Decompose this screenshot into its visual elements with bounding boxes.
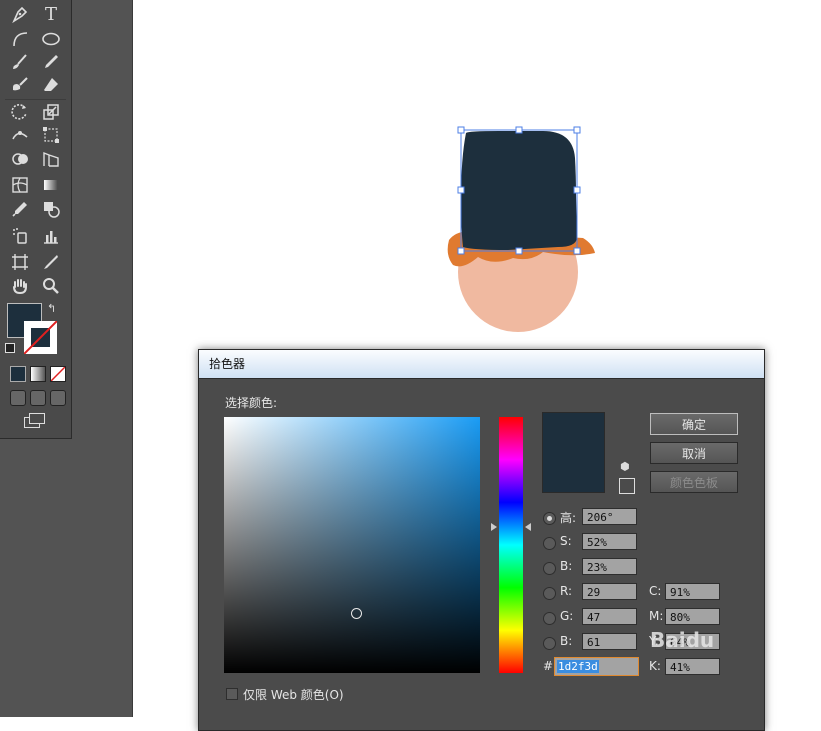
color-picker-dialog: 拾色器 选择颜色: ⬢ 确定 取消 颜色色板 高: 206° S: 52% B:… xyxy=(198,349,765,731)
color-swatches-button[interactable]: 颜色色板 xyxy=(650,471,738,493)
green-input[interactable]: 47 xyxy=(582,608,637,625)
web-safe-swatch-icon[interactable] xyxy=(619,478,635,494)
hat-shape xyxy=(461,131,577,250)
arc-tool-icon[interactable] xyxy=(8,28,32,50)
hue-label: 高: xyxy=(560,511,577,525)
brightness-input[interactable]: 23% xyxy=(582,558,637,575)
hex-label: # xyxy=(543,659,554,673)
color-preview xyxy=(542,412,605,493)
hue-slider-left-arrow[interactable] xyxy=(491,523,497,531)
dialog-title: 拾色器 xyxy=(199,350,764,379)
slice-tool-icon[interactable] xyxy=(39,251,63,273)
pen-tool-icon[interactable] xyxy=(8,3,32,25)
black-input[interactable]: 41% xyxy=(665,658,720,675)
cancel-button[interactable]: 取消 xyxy=(650,442,738,464)
screen-mode-icon[interactable] xyxy=(24,413,45,428)
red-input[interactable]: 29 xyxy=(582,583,637,600)
web-only-label: 仅限 Web 颜色(O) xyxy=(243,688,344,702)
perspective-grid-tool-icon[interactable] xyxy=(39,148,63,170)
blue-input[interactable]: 61 xyxy=(582,633,637,650)
eyedropper-tool-icon[interactable] xyxy=(8,198,32,220)
gradient-tool-icon[interactable] xyxy=(39,174,63,196)
toolbox-separator xyxy=(5,99,66,100)
ok-button[interactable]: 确定 xyxy=(650,413,738,435)
red-radio[interactable] xyxy=(543,587,556,600)
draw-behind-icon[interactable] xyxy=(30,390,46,406)
ellipse-tool-icon[interactable] xyxy=(39,28,63,50)
brightness-radio[interactable] xyxy=(543,562,556,575)
blend-tool-icon[interactable] xyxy=(39,198,63,220)
pencil-tool-icon[interactable] xyxy=(39,51,63,73)
hue-radio[interactable] xyxy=(543,512,556,525)
swap-fill-stroke-icon[interactable]: ↰ xyxy=(47,302,56,315)
draw-normal-icon[interactable] xyxy=(10,390,26,406)
black-label: K: xyxy=(649,659,661,673)
gradient-mode-icon[interactable] xyxy=(30,366,46,382)
green-label: G: xyxy=(560,609,574,623)
hand-tool-icon[interactable] xyxy=(8,275,32,297)
none-mode-icon[interactable] xyxy=(50,366,66,382)
stroke-color-swatch[interactable] xyxy=(24,321,57,354)
color-field[interactable] xyxy=(224,417,480,673)
default-fill-stroke-icon[interactable] xyxy=(5,343,15,353)
blue-radio[interactable] xyxy=(543,637,556,650)
hex-value-selected: 1d2f3d xyxy=(557,660,599,673)
artboard-tool-icon[interactable] xyxy=(8,251,32,273)
free-transform-tool-icon[interactable] xyxy=(39,124,63,146)
hue-slider-right-arrow[interactable] xyxy=(525,523,531,531)
column-graph-tool-icon[interactable] xyxy=(39,225,63,247)
saturation-input[interactable]: 52% xyxy=(582,533,637,550)
red-label: R: xyxy=(560,584,573,598)
hex-input[interactable]: 1d2f3d xyxy=(554,657,639,676)
hue-slider[interactable] xyxy=(499,417,523,673)
scale-tool-icon[interactable] xyxy=(39,101,63,123)
baidu-watermark: Baidu xyxy=(650,628,715,652)
cyan-input[interactable]: 91% xyxy=(665,583,720,600)
cyan-label: C: xyxy=(649,584,662,598)
shape-builder-tool-icon[interactable] xyxy=(8,148,32,170)
web-only-checkbox[interactable] xyxy=(226,688,238,700)
rotate-tool-icon[interactable] xyxy=(8,101,32,123)
color-field-marker[interactable] xyxy=(351,608,362,619)
symbol-sprayer-tool-icon[interactable] xyxy=(8,225,32,247)
mesh-tool-icon[interactable] xyxy=(8,174,32,196)
eraser-tool-icon[interactable] xyxy=(39,74,63,96)
paintbrush-tool-icon[interactable] xyxy=(8,51,32,73)
hue-input[interactable]: 206° xyxy=(582,508,637,525)
toolbox: T ↰ xyxy=(0,0,72,439)
brightness-label: B: xyxy=(560,559,573,573)
select-color-label: 选择颜色: xyxy=(225,396,278,410)
blob-brush-tool-icon[interactable] xyxy=(8,74,32,96)
magenta-input[interactable]: 80% xyxy=(665,608,720,625)
saturation-label: S: xyxy=(560,534,572,548)
color-mode-icon[interactable] xyxy=(10,366,26,382)
saturation-radio[interactable] xyxy=(543,537,556,550)
width-tool-icon[interactable] xyxy=(8,124,32,146)
zoom-tool-icon[interactable] xyxy=(39,275,63,297)
magenta-label: M: xyxy=(649,609,664,623)
blue-label: B: xyxy=(560,634,573,648)
green-radio[interactable] xyxy=(543,612,556,625)
type-tool-icon[interactable]: T xyxy=(39,3,63,25)
draw-inside-icon[interactable] xyxy=(50,390,66,406)
out-of-gamut-cube-icon[interactable]: ⬢ xyxy=(620,460,630,473)
